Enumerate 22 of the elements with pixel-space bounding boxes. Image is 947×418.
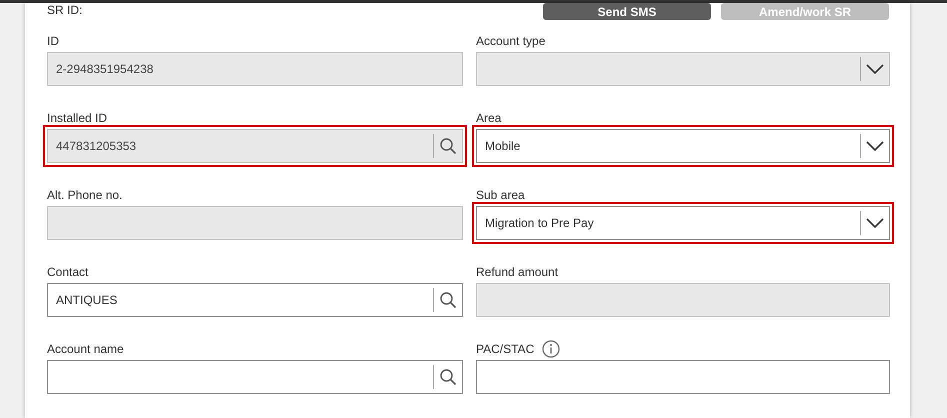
dropdown-field[interactable]: Mobile	[476, 129, 890, 163]
field-label: PAC/STAC	[476, 341, 534, 358]
field-label: SR ID:	[47, 3, 82, 17]
search-icon[interactable]	[439, 291, 457, 309]
info-icon[interactable]	[542, 340, 560, 358]
field-label: Installed ID	[47, 110, 108, 127]
field-label: Account name	[47, 341, 124, 358]
search-icon[interactable]	[439, 368, 457, 386]
field-label: Alt. Phone no.	[47, 187, 122, 204]
input-field[interactable]	[476, 360, 890, 394]
chevron-down-icon[interactable]	[866, 141, 884, 151]
field-label: Area	[476, 110, 502, 127]
field-label: ID	[47, 33, 59, 50]
field-label: Account type	[476, 33, 546, 50]
lookup-field[interactable]: ANTIQUES	[47, 283, 463, 317]
field-label: Refund amount	[476, 264, 558, 281]
field-label: Contact	[47, 264, 88, 281]
action-button[interactable]: Send SMS	[543, 3, 711, 20]
dropdown-field[interactable]: Migration to Pre Pay	[476, 206, 890, 240]
chevron-down-icon[interactable]	[866, 218, 884, 228]
field-label: Sub area	[476, 187, 525, 204]
lookup-field[interactable]	[47, 360, 463, 394]
